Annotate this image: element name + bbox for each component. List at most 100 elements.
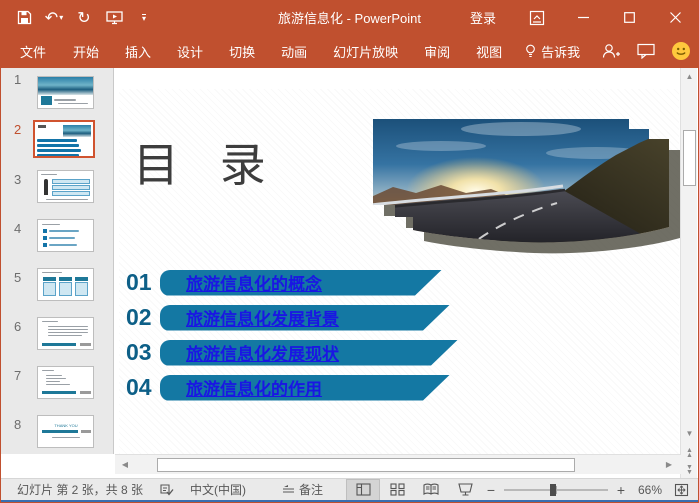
sunset-road-photo[interactable] xyxy=(371,111,683,259)
toc-link-role[interactable]: 旅游信息化的作用 xyxy=(186,375,322,400)
toc-link-status[interactable]: 旅游信息化发展现状 xyxy=(186,340,339,365)
toc-number: 03 xyxy=(126,339,152,365)
quick-access-toolbar: ↶ ▾ ↻ ▾ xyxy=(1,5,157,31)
slideshow-view-icon[interactable] xyxy=(448,479,482,501)
horizontal-scroll-thumb[interactable] xyxy=(157,457,575,472)
zoom-out-button[interactable]: − xyxy=(482,482,500,498)
slide-1-thumbnail[interactable] xyxy=(37,76,94,109)
scroll-right-icon[interactable]: ▶ xyxy=(661,457,677,473)
slide-8-thumbnail[interactable]: THANK YOU xyxy=(37,415,94,448)
slide-number: 5 xyxy=(14,270,22,285)
slide-number: 3 xyxy=(14,172,22,187)
previous-slide-icon[interactable]: ▲ ▲ xyxy=(682,445,697,460)
comments-icon[interactable] xyxy=(637,43,656,59)
toc-row: 02 旅游信息化发展背景 xyxy=(126,304,458,331)
customize-qat-icon[interactable]: ▾ xyxy=(131,5,157,31)
tab-view[interactable]: 视图 xyxy=(463,34,515,69)
slide-5-thumbnail[interactable] xyxy=(37,268,94,301)
slide-number: 8 xyxy=(14,417,22,432)
close-button[interactable] xyxy=(652,1,698,34)
horizontal-scrollbar[interactable]: ◀ ▶ xyxy=(115,454,681,474)
tell-me-box[interactable]: 告诉我 xyxy=(515,34,590,69)
zoom-in-button[interactable]: + xyxy=(612,482,630,498)
zoom-slider-thumb[interactable] xyxy=(550,483,556,496)
toc-link-background[interactable]: 旅游信息化发展背景 xyxy=(186,305,339,330)
toc-number: 01 xyxy=(126,269,152,295)
slide-number: 6 xyxy=(14,319,22,334)
zoom-percentage[interactable]: 66% xyxy=(630,483,668,497)
minimize-button[interactable] xyxy=(560,1,606,34)
slide-number: 2 xyxy=(14,122,22,137)
feedback-smiley-icon[interactable] xyxy=(672,42,690,60)
vertical-scrollbar[interactable]: ▲ ▼ ▲ ▲ ▼ ▼ xyxy=(680,68,697,480)
ribbon-tab-row: 文件 开始 插入 设计 切换 动画 幻灯片放映 审阅 视图 告诉我 xyxy=(1,34,698,68)
redo-icon[interactable]: ↻ xyxy=(71,5,97,31)
slide-6-thumbnail[interactable] xyxy=(37,317,94,350)
ribbon-display-options-icon[interactable] xyxy=(514,1,560,34)
slide-number: 4 xyxy=(14,221,22,236)
zoom-slider[interactable] xyxy=(504,483,608,496)
slide-sorter-view-icon[interactable] xyxy=(380,479,414,501)
maximize-button[interactable] xyxy=(606,1,652,34)
tab-slideshow[interactable]: 幻灯片放映 xyxy=(320,34,411,69)
toc-number: 02 xyxy=(126,304,152,330)
powerpoint-window: ↶ ▾ ↻ ▾ 旅游信息化 - PowerPoint 登录 文件 开始 插入 设… xyxy=(0,0,699,503)
tab-file[interactable]: 文件 xyxy=(6,34,60,69)
next-slide-icon[interactable]: ▼ ▼ xyxy=(682,462,697,477)
start-slideshow-icon[interactable] xyxy=(101,5,127,31)
slide-thumbnail-panel: 1 2 3 4 5 6 7 8 THANK YOU xyxy=(1,68,114,454)
vertical-scroll-thumb[interactable] xyxy=(683,130,696,186)
slide-3-thumbnail[interactable] xyxy=(37,170,94,203)
slide-2-thumbnail-selected[interactable] xyxy=(33,120,95,158)
thumbnail-row: 3 xyxy=(1,168,113,217)
scroll-down-icon[interactable]: ▼ xyxy=(682,426,697,441)
undo-dropdown-icon[interactable]: ▾ xyxy=(59,13,63,22)
toc-row: 04 旅游信息化的作用 xyxy=(126,374,458,401)
slide-number: 1 xyxy=(14,72,22,87)
thumbnail-row: 4 xyxy=(1,217,113,266)
thumbnail-row: 5 xyxy=(1,266,113,315)
slide-editing-area[interactable]: 目 录 01 旅游信息化的概念 02 旅游信息化发展背景 03 旅游信息化发展现… xyxy=(115,68,680,454)
slide-4-thumbnail[interactable] xyxy=(37,219,94,252)
tab-home[interactable]: 开始 xyxy=(60,34,112,69)
thumbnail-row: 2 xyxy=(1,118,113,168)
tab-animations[interactable]: 动画 xyxy=(268,34,320,69)
toc-number: 04 xyxy=(126,374,152,400)
tab-transitions[interactable]: 切换 xyxy=(216,34,268,69)
slide-counter[interactable]: 幻灯片 第 2 张，共 8 张 xyxy=(9,479,151,501)
scroll-up-icon[interactable]: ▲ xyxy=(682,69,697,84)
status-bar: 幻灯片 第 2 张，共 8 张 中文(中国) 备注 − + 66% xyxy=(1,478,698,501)
slide-number: 7 xyxy=(14,368,22,383)
undo-icon[interactable]: ↶ ▾ xyxy=(41,5,67,31)
reading-view-icon[interactable] xyxy=(414,479,448,501)
scroll-left-icon[interactable]: ◀ xyxy=(117,457,133,473)
save-icon[interactable] xyxy=(11,5,37,31)
spellcheck-icon[interactable] xyxy=(157,479,176,501)
tell-me-label: 告诉我 xyxy=(541,44,581,60)
table-of-contents: 01 旅游信息化的概念 02 旅游信息化发展背景 03 旅游信息化发展现状 04… xyxy=(126,269,458,409)
sign-in-button[interactable]: 登录 xyxy=(452,8,514,27)
toc-link-concept[interactable]: 旅游信息化的概念 xyxy=(186,270,322,295)
share-person-icon[interactable] xyxy=(601,43,621,59)
slide-title[interactable]: 目 录 xyxy=(133,129,280,195)
normal-view-icon[interactable] xyxy=(346,478,380,501)
tab-design[interactable]: 设计 xyxy=(164,34,216,69)
tab-insert[interactable]: 插入 xyxy=(112,34,164,69)
thumbnail-row: 6 xyxy=(1,315,113,364)
toc-banner-shape[interactable]: 旅游信息化的概念 xyxy=(160,270,442,296)
slide-canvas[interactable]: 目 录 01 旅游信息化的概念 02 旅游信息化发展背景 03 旅游信息化发展现… xyxy=(119,89,680,454)
lightbulb-icon xyxy=(526,44,535,57)
tab-review[interactable]: 审阅 xyxy=(411,34,463,69)
toc-row: 01 旅游信息化的概念 xyxy=(126,269,458,296)
toc-banner-shape[interactable]: 旅游信息化发展现状 xyxy=(160,340,458,366)
language-indicator[interactable]: 中文(中国) xyxy=(182,479,254,501)
window-bottom-border xyxy=(1,500,698,502)
slide-7-thumbnail[interactable] xyxy=(37,366,94,399)
notes-toggle[interactable]: 备注 xyxy=(274,479,331,501)
thumbnail-row: 1 xyxy=(1,68,113,118)
toc-banner-shape[interactable]: 旅游信息化的作用 xyxy=(160,375,450,401)
toc-banner-shape[interactable]: 旅游信息化发展背景 xyxy=(160,305,450,331)
notes-icon xyxy=(283,484,295,493)
thumbnail-row: 7 xyxy=(1,364,113,413)
fit-slide-to-window-icon[interactable] xyxy=(668,483,694,497)
